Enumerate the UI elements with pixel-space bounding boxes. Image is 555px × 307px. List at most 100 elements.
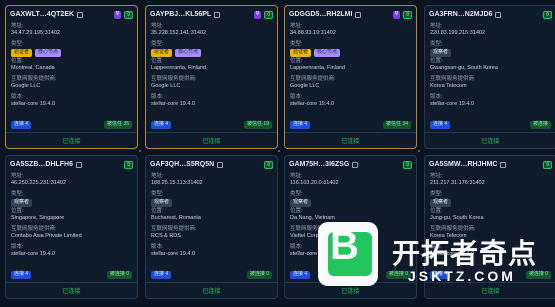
connection-status: 已连接	[6, 282, 137, 298]
version-label: 版本:	[290, 244, 303, 250]
type-label: 类型:	[151, 41, 164, 47]
node-card-grid: GAXWLT…4QT2EK V0 地址: 34.47.29.195:31402 …	[0, 0, 555, 307]
node-type-tag: 观察者	[430, 49, 452, 57]
copy-icon[interactable]	[352, 161, 359, 168]
provider-value: Korea Telecom	[430, 83, 467, 89]
location-value: Singapore, Singapore	[11, 215, 65, 221]
peers-chip: 连接 4	[290, 121, 311, 129]
trust-chip: 被连接 0	[246, 271, 272, 279]
version-value: stellar-core 19.4.0	[11, 101, 56, 107]
card-header: GA5SZB…DHLFH6 0	[6, 156, 137, 171]
connection-status: 已连接	[425, 132, 555, 148]
copy-icon[interactable]	[76, 161, 83, 168]
node-type-tag: 核心节点	[314, 49, 341, 57]
node-badge: 0	[403, 160, 412, 169]
version-value: stellar-core 19.4.0	[290, 251, 335, 257]
node-type-tag: 观察者	[430, 199, 452, 207]
version-value: stellar-core 19.4.0	[151, 101, 196, 107]
location-label: 位置:	[11, 58, 24, 64]
provider-value: Viettel Corporation	[290, 233, 336, 239]
node-badge: 0	[124, 160, 133, 169]
provider-value: Korea Telecom	[430, 233, 467, 239]
card-header: GAM75H…3I6ZSG 0	[285, 156, 416, 171]
address-label: 地址:	[430, 23, 443, 29]
node-type-tag: 验证者	[290, 49, 312, 57]
peers-chip: 连接 4	[11, 271, 32, 279]
address-value: 116.103.20.0:31402	[290, 180, 339, 186]
version-label: 版本:	[151, 244, 164, 250]
copy-icon[interactable]	[500, 161, 507, 168]
type-label: 类型:	[11, 191, 24, 197]
address-label: 地址:	[430, 173, 443, 179]
card-stats: 连接 4 被信任 34	[290, 121, 411, 129]
provider-value: Contabo Asia Private Limited	[11, 233, 82, 239]
version-value: stellar-core 19.4.0	[151, 251, 196, 257]
provider-value: Google LLC	[11, 83, 41, 89]
trust-chip: 被连接 0	[385, 271, 411, 279]
node-badge: 0	[543, 10, 552, 19]
provider-label: 互联网服务提供商:	[290, 76, 336, 82]
node-id: GDGGD5…RH2LMI	[289, 11, 353, 18]
trust-chip: 被信任 34	[383, 121, 411, 129]
location-value: Da Nang, Vietnam	[290, 215, 335, 221]
connection-status: 已连接	[285, 132, 416, 148]
peers-chip: 连接 4	[151, 271, 172, 279]
copy-icon[interactable]	[495, 11, 502, 18]
version-value: stellar-core 19.4.0	[430, 251, 475, 257]
divider-dot	[418, 150, 420, 152]
node-type-tag: 观察者	[290, 199, 312, 207]
node-card[interactable]: GAXWLT…4QT2EK V0 地址: 34.47.29.195:31402 …	[5, 5, 138, 149]
type-label: 类型:	[290, 41, 303, 47]
type-label: 类型:	[151, 191, 164, 197]
node-card[interactable]: GAF3QH…S5RQ5N 0 地址: 188.25.15.113:31402 …	[145, 155, 278, 299]
connection-status: 已连接	[146, 282, 277, 298]
card-stats: 连接 4 被连接 0	[151, 271, 272, 279]
node-id: GA3FRN…N2MJD6	[429, 11, 493, 18]
divider-dot	[139, 150, 141, 152]
copy-icon[interactable]	[217, 161, 224, 168]
node-badge: 0	[543, 160, 552, 169]
node-badge: V	[113, 10, 122, 19]
trust-chip: 被连接	[529, 121, 551, 129]
provider-label: 互联网服务提供商:	[11, 76, 57, 82]
location-value: Jung-gu, South Korea	[430, 215, 484, 221]
location-value: Lappeenranta, Finland	[290, 65, 346, 71]
location-label: 位置:	[151, 58, 164, 64]
address-label: 地址:	[151, 23, 164, 29]
peers-chip: 连接 4	[151, 121, 172, 129]
version-value: stellar-core 19.4.0	[11, 251, 56, 257]
node-card[interactable]: GA5SZB…DHLFH6 0 地址: 46.250.225.231:31402…	[5, 155, 138, 299]
node-id: GA5SZB…DHLFH6	[10, 161, 74, 168]
connection-status: 已连接	[6, 132, 137, 148]
version-label: 版本:	[430, 94, 443, 100]
connection-status: 已连接	[425, 282, 555, 298]
address-value: 34.88.93.19:31402	[290, 30, 336, 36]
node-type-tag: 观察者	[151, 199, 173, 207]
version-label: 版本:	[290, 94, 303, 100]
node-card[interactable]: GDGGD5…RH2LMI V0 地址: 34.88.93.19:31402 类…	[284, 5, 417, 149]
location-value: Lappeenranta, Finland	[151, 65, 207, 71]
node-card[interactable]: GAM75H…3I6ZSG 0 地址: 116.103.20.0:31402 类…	[284, 155, 417, 299]
card-stats: 连接 4 被连接 0	[290, 271, 411, 279]
type-label: 类型:	[430, 191, 443, 197]
node-id: GAYPBJ…KL56PL	[150, 11, 212, 18]
copy-icon[interactable]	[77, 11, 84, 18]
trust-chip: 被信任 35	[104, 121, 132, 129]
node-type-tag: 观察者	[11, 199, 33, 207]
version-label: 版本:	[11, 94, 24, 100]
address-label: 地址:	[290, 23, 303, 29]
version-label: 版本:	[151, 94, 164, 100]
trust-chip: 被连接 0	[106, 271, 132, 279]
provider-value: RCS & RDS	[151, 233, 181, 239]
location-label: 位置:	[151, 208, 164, 214]
copy-icon[interactable]	[214, 11, 221, 18]
location-value: Gwangsan-gu, South Korea	[430, 65, 498, 71]
node-card[interactable]: GA5SMW…RHJHMC 0 地址: 211.217.31.176:31402…	[424, 155, 555, 299]
connection-status: 已连接	[146, 132, 277, 148]
copy-icon[interactable]	[355, 11, 362, 18]
provider-label: 互联网服务提供商:	[430, 226, 476, 232]
node-card[interactable]: GA3FRN…N2MJD6 0 地址: 220.83.199.215:31402…	[424, 5, 555, 149]
node-card[interactable]: GAYPBJ…KL56PL V0 地址: 35.228.152.141:3140…	[145, 5, 278, 149]
trust-chip: 被信任 19	[244, 121, 272, 129]
node-badge: 0	[403, 10, 412, 19]
